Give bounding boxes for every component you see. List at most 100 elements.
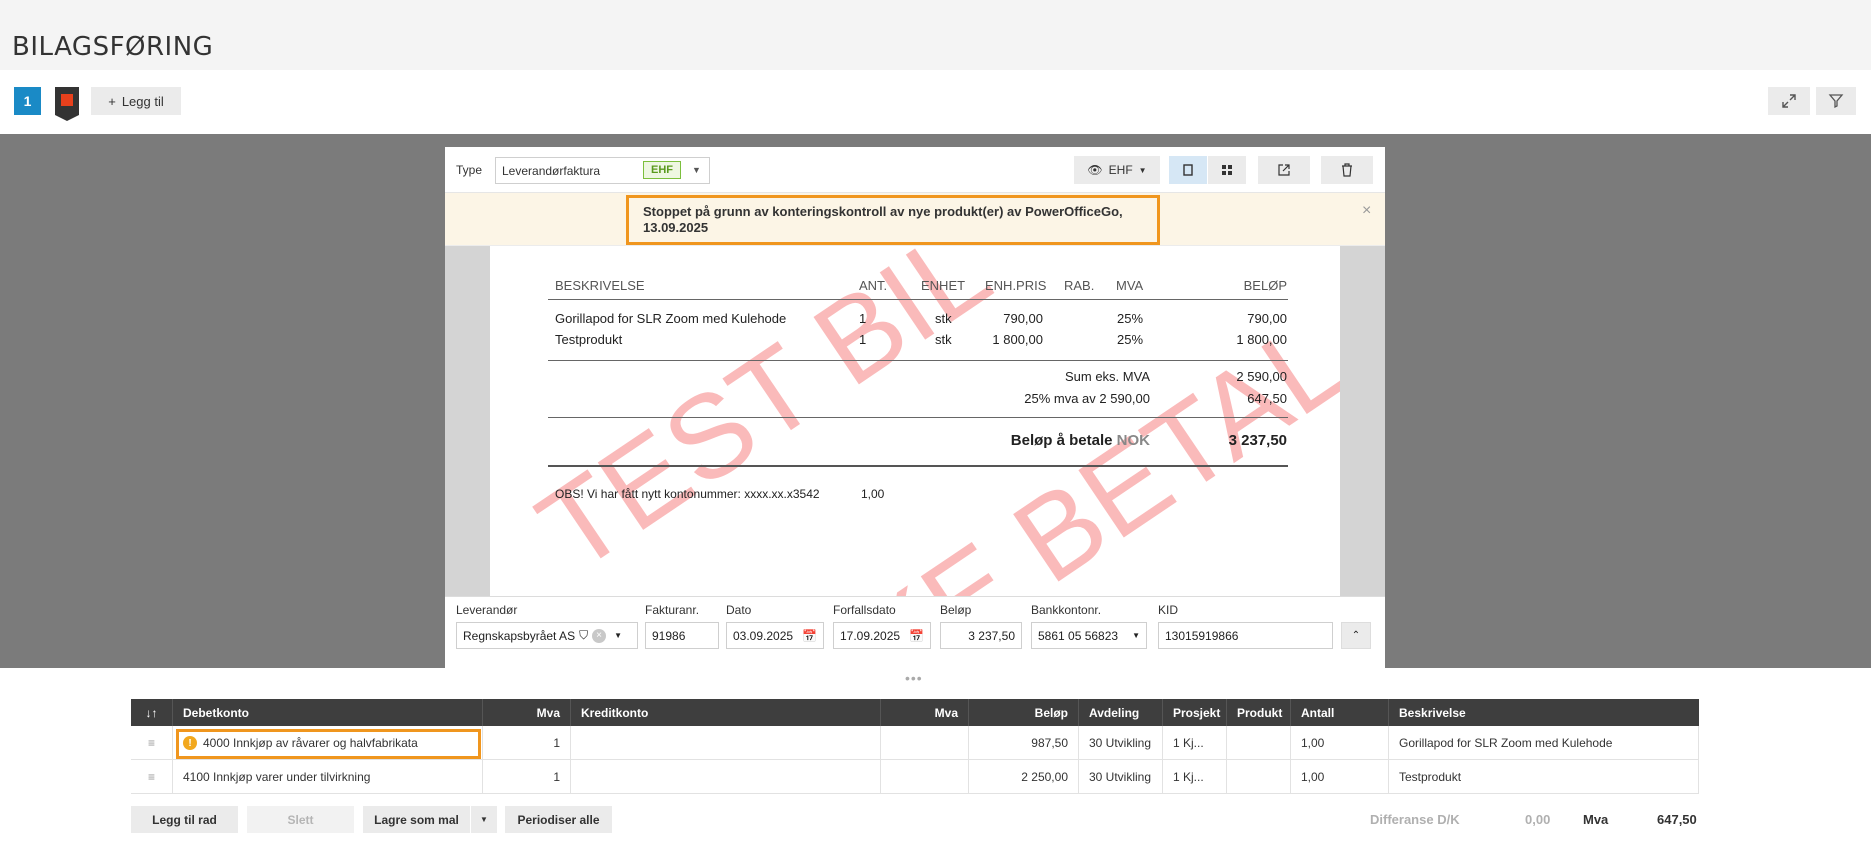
department-cell[interactable]: 30 Utvikling	[1079, 760, 1163, 794]
chevron-down-icon[interactable]: ▼	[1132, 631, 1140, 640]
product-cell[interactable]	[1227, 760, 1291, 794]
eye-icon: 👁	[1087, 163, 1103, 177]
department-header[interactable]: Avdeling	[1079, 699, 1163, 726]
amount-cell[interactable]: 987,50	[969, 726, 1079, 760]
kid-field[interactable]: 13015919866	[1158, 622, 1333, 649]
view-format-button[interactable]: 👁 EHF ▼	[1074, 156, 1160, 184]
collapse-fields-button[interactable]: ⌃	[1341, 622, 1371, 649]
bank-account-field[interactable]: 5861 05 56823 ▼	[1031, 622, 1147, 649]
open-external-button[interactable]	[1258, 156, 1310, 184]
debit-account-header[interactable]: Debetkonto	[173, 699, 483, 726]
shield-check-icon: ⛉	[579, 628, 589, 642]
invoice-no-label: Fakturanr.	[645, 603, 700, 617]
add-row-button[interactable]: Legg til rad	[131, 806, 238, 833]
supplier-field[interactable]: Regnskapsbyrået AS ⛉ × ▼	[456, 622, 638, 649]
vat-total-value: 647,50	[1657, 812, 1697, 827]
sort-column-header[interactable]: ↓↑	[131, 699, 173, 726]
notice-message: Stoppet på grunn av konteringskontroll a…	[626, 195, 1160, 245]
divider	[548, 299, 1288, 300]
department-cell[interactable]: 30 Utvikling	[1079, 726, 1163, 760]
grid-view-button[interactable]	[1208, 156, 1246, 184]
trash-icon	[1342, 163, 1352, 177]
quantity-cell[interactable]: 1,00	[1291, 726, 1389, 760]
project-cell[interactable]: 1 Kj...	[1163, 760, 1227, 794]
chevron-down-icon: ▼	[1138, 165, 1147, 175]
chevron-down-icon[interactable]: ▼	[692, 165, 701, 175]
debit-vat-header[interactable]: Mva	[483, 699, 571, 726]
chevron-up-icon: ⌃	[1351, 630, 1361, 641]
difference-label: Differanse D/K	[1370, 812, 1460, 827]
voucher-toolbar	[0, 70, 1871, 134]
date-label: Dato	[726, 603, 752, 617]
debit-vat-cell[interactable]: 1	[483, 726, 571, 760]
debit-account-cell[interactable]: 4100 Innkjøp varer under tilvirkning	[173, 760, 483, 794]
calendar-icon[interactable]: 📅	[802, 629, 817, 643]
quantity-cell[interactable]: 1,00	[1291, 760, 1389, 794]
column-vat: MVA	[1116, 278, 1144, 293]
single-page-view-button[interactable]	[1169, 156, 1207, 184]
expand-icon	[1782, 94, 1796, 108]
periodize-all-button[interactable]: Periodiser alle	[505, 806, 612, 833]
plus-icon: +	[108, 93, 116, 109]
amount-cell[interactable]: 2 250,00	[969, 760, 1079, 794]
credit-account-cell[interactable]	[571, 726, 881, 760]
due-date-field[interactable]: 17.09.2025 📅	[833, 622, 931, 649]
description-header[interactable]: Beskrivelse	[1389, 699, 1699, 726]
add-voucher-button[interactable]: + Legg til	[91, 87, 181, 115]
supplier-label: Leverandør	[456, 603, 518, 617]
credit-account-header[interactable]: Kreditkonto	[571, 699, 881, 726]
product-header[interactable]: Produkt	[1227, 699, 1291, 726]
highlight-box	[176, 729, 481, 759]
product-cell[interactable]	[1227, 726, 1291, 760]
page-title: BILAGSFØRING	[12, 32, 214, 62]
quantity-header[interactable]: Antall	[1291, 699, 1389, 726]
chevron-down-icon[interactable]: ▼	[614, 631, 622, 640]
resize-handle[interactable]: •••	[905, 670, 923, 686]
clear-icon[interactable]: ×	[592, 628, 607, 643]
grid-header: ↓↑ Debetkonto Mva Kreditkonto Mva Beløp …	[131, 699, 1699, 726]
chevron-down-icon: ▼	[480, 815, 488, 824]
divider	[548, 360, 1288, 361]
column-unit-price: ENH.PRIS	[985, 278, 1047, 293]
drag-handle-icon[interactable]: ≡	[131, 760, 173, 794]
type-label: Type	[456, 163, 483, 177]
credit-account-cell[interactable]	[571, 760, 881, 794]
due-date-label: Forfallsdato	[833, 603, 896, 617]
ehf-badge: EHF	[643, 161, 681, 179]
project-cell[interactable]: 1 Kj...	[1163, 726, 1227, 760]
page-header	[0, 0, 1871, 70]
close-icon[interactable]: ×	[1362, 202, 1371, 220]
grid-icon	[1222, 165, 1232, 175]
description-cell[interactable]: Testprodukt	[1389, 760, 1699, 794]
filter-icon	[1828, 94, 1844, 109]
save-template-menu-button[interactable]: ▼	[471, 806, 497, 833]
voucher-tab-1[interactable]: 1	[14, 87, 41, 115]
bookmark-flag-icon[interactable]	[55, 87, 79, 121]
credit-vat-cell[interactable]	[881, 760, 969, 794]
save-as-template-button[interactable]: Lagre som mal	[363, 806, 470, 833]
amount-label: Beløp	[940, 603, 972, 617]
expand-button[interactable]	[1768, 87, 1810, 115]
column-description: BESKRIVELSE	[555, 278, 645, 293]
divider	[548, 417, 1288, 418]
credit-vat-cell[interactable]	[881, 726, 969, 760]
debit-vat-cell[interactable]: 1	[483, 760, 571, 794]
date-field[interactable]: 03.09.2025 📅	[726, 622, 824, 649]
filter-button[interactable]	[1816, 87, 1856, 115]
bank-account-label: Bankkontonr.	[1031, 603, 1102, 617]
calendar-icon[interactable]: 📅	[909, 629, 924, 643]
vat-total-label: Mva	[1583, 812, 1609, 827]
delete-document-button[interactable]	[1321, 156, 1373, 184]
invoice-no-field[interactable]: 91986	[645, 622, 719, 649]
amount-field[interactable]: 3 237,50	[940, 622, 1022, 649]
drag-handle-icon[interactable]: ≡	[131, 726, 173, 760]
kid-label: KID	[1158, 603, 1179, 617]
description-cell[interactable]: Gorillapod for SLR Zoom med Kulehode	[1389, 726, 1699, 760]
credit-vat-header[interactable]: Mva	[881, 699, 969, 726]
amount-header[interactable]: Beløp	[969, 699, 1079, 726]
project-header[interactable]: Prosjekt	[1163, 699, 1227, 726]
column-unit: ENHET	[921, 278, 966, 293]
table-row[interactable]: ≡ 4100 Innkjøp varer under tilvirkning 1…	[131, 760, 1699, 794]
delete-row-button[interactable]: Slett	[247, 806, 354, 833]
difference-value: 0,00	[1525, 812, 1551, 827]
